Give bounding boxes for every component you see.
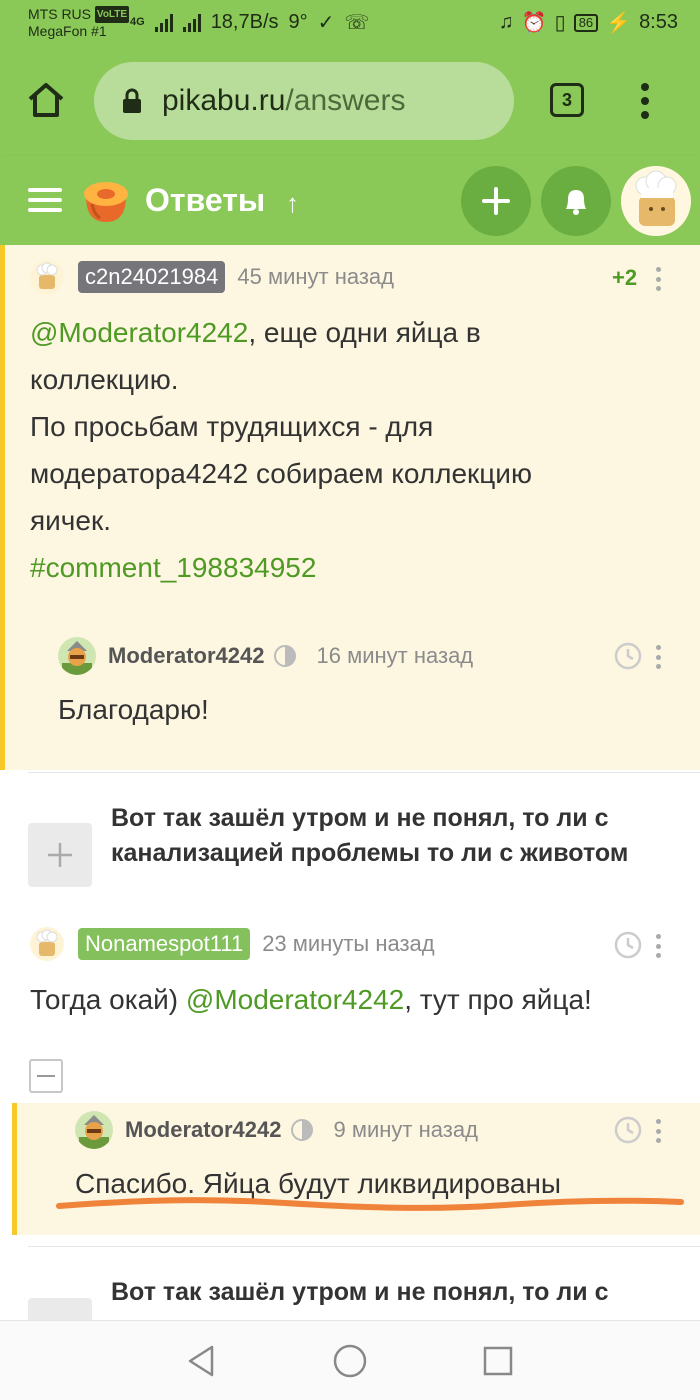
user-avatar-small[interactable] [30,927,64,961]
headphones-icon: ♫ [498,11,514,33]
back-icon[interactable] [182,1341,222,1381]
comment-text-line: , еще одни яйца в [248,317,481,348]
reply-time[interactable]: 9 минут назад [334,1117,478,1143]
clock-icon[interactable] [614,931,642,959]
comment-hashtag-link[interactable]: #comment_198834952 [30,544,680,591]
expand-post-button[interactable] [28,1298,92,1320]
moderator-avatar[interactable] [58,637,96,675]
comment-time[interactable]: 45 минут назад [237,264,394,290]
scroll-up-icon[interactable]: ↑ [286,188,299,219]
comment-text: , тут про яйца! [404,984,592,1015]
minus-icon [37,1075,55,1077]
reply-text: Благодарю! [58,694,209,725]
reply-meta: Moderator4242 16 минут назад [58,637,473,675]
alarm-icon: ⏰ [521,12,547,34]
moderator-badge-icon [273,645,296,667]
home-circle-icon[interactable] [330,1341,370,1381]
more-options-icon[interactable] [656,267,662,291]
clock-time: 8:53 [639,11,678,33]
comment-meta: Nonamespot111 23 минуты назад [30,927,435,961]
reply-time[interactable]: 16 минут назад [317,643,474,669]
add-post-button[interactable] [461,166,531,236]
post-title[interactable]: Вот так зашёл утром и не понял, то ли с … [111,801,681,871]
comments-feed: c2n24021984 45 минут назад +2 @Moderator… [0,245,700,1320]
user-avatar-small[interactable] [30,260,64,294]
reply-username[interactable]: Moderator4242 [108,643,265,669]
collapse-thread-button[interactable] [29,1059,63,1093]
bell-icon [566,190,586,215]
reply-username[interactable]: Moderator4242 [125,1117,282,1143]
more-options-icon[interactable] [656,934,662,958]
plus-icon [48,843,72,867]
reply-meta: Moderator4242 9 минут назад [75,1111,478,1149]
expand-post-button[interactable] [28,823,92,887]
chef-avatar-icon [635,170,677,226]
more-options-icon[interactable] [656,1119,662,1143]
user-mention[interactable]: @Moderator4242 [30,317,248,348]
comment-text: Тогда окай) [30,984,186,1015]
viber-icon: ☏ [344,12,370,34]
browser-menu-icon[interactable] [640,83,650,119]
url-path: /answers [285,84,406,117]
status-bar: MTS RUS VoLTE MegaFon #1 4G 18,7B/s 9° ✓… [0,0,700,50]
site-header: Ответы ↑ [0,156,700,245]
home-icon[interactable] [26,80,66,120]
carrier-2: MegaFon #1 [28,23,107,39]
network-type: 4G [130,16,145,28]
user-mention[interactable]: @Moderator4242 [186,984,404,1015]
moderator-badge-icon [290,1119,313,1141]
signal-2-icon [182,13,201,32]
username-badge[interactable]: Nonamespot111 [78,928,251,960]
plus-icon [482,187,510,215]
temperature: 9° [288,11,308,33]
carrier-1: MTS RUS [28,6,91,22]
comment-text-line: коллекцию. [30,364,179,395]
username-badge[interactable]: c2n24021984 [78,261,226,293]
tab-switcher-button[interactable]: 3 [550,83,584,117]
divider [28,772,700,773]
clock-icon[interactable] [614,642,642,670]
more-options-icon[interactable] [656,645,662,669]
orange-underline-annotation [56,1197,684,1211]
recents-icon[interactable] [478,1341,518,1381]
charging-icon: ⚡ [606,12,632,34]
volte-badge: VoLTE [94,6,130,23]
comment-text-line: модератора4242 собираем коллекцию [30,458,532,489]
clock-icon[interactable] [614,1116,642,1144]
vibrate-icon: ▯ [554,12,566,34]
comment-text-line: По просьбам трудящихся - для [30,411,434,442]
pikabu-logo-icon[interactable] [80,174,132,226]
hamburger-menu-icon[interactable] [28,188,62,212]
lock-icon [123,88,141,113]
user-avatar[interactable] [621,166,691,236]
url-host: pikabu.ru [162,84,286,117]
post-title[interactable]: Вот так зашёл утром и не понял, то ли с [111,1275,681,1310]
comment-text-line: яичек. [30,505,111,536]
comment-time[interactable]: 23 минуты назад [262,931,434,957]
page-title[interactable]: Ответы [145,182,265,219]
comment-meta: c2n24021984 45 минут назад [30,260,394,294]
net-speed: 18,7B/s [210,11,279,33]
browser-toolbar: pikabu.ru/answers 3 [0,50,700,156]
download-done-icon: ✓ [317,12,335,34]
carrier-info: MTS RUS VoLTE MegaFon #1 [28,6,130,40]
moderator-avatar[interactable] [75,1111,113,1149]
battery-level: 86 [573,13,599,32]
signal-icon [154,13,173,32]
divider [28,1246,700,1247]
comment-rating[interactable]: +2 [612,265,637,291]
android-nav-bar [0,1320,700,1400]
comment-body: @Moderator4242, еще одни яйца в коллекци… [30,309,680,591]
comment-body: Тогда окай) @Moderator4242, тут про яйца… [30,976,592,1023]
notifications-button[interactable] [541,166,611,236]
address-bar[interactable]: pikabu.ru/answers [94,62,514,140]
